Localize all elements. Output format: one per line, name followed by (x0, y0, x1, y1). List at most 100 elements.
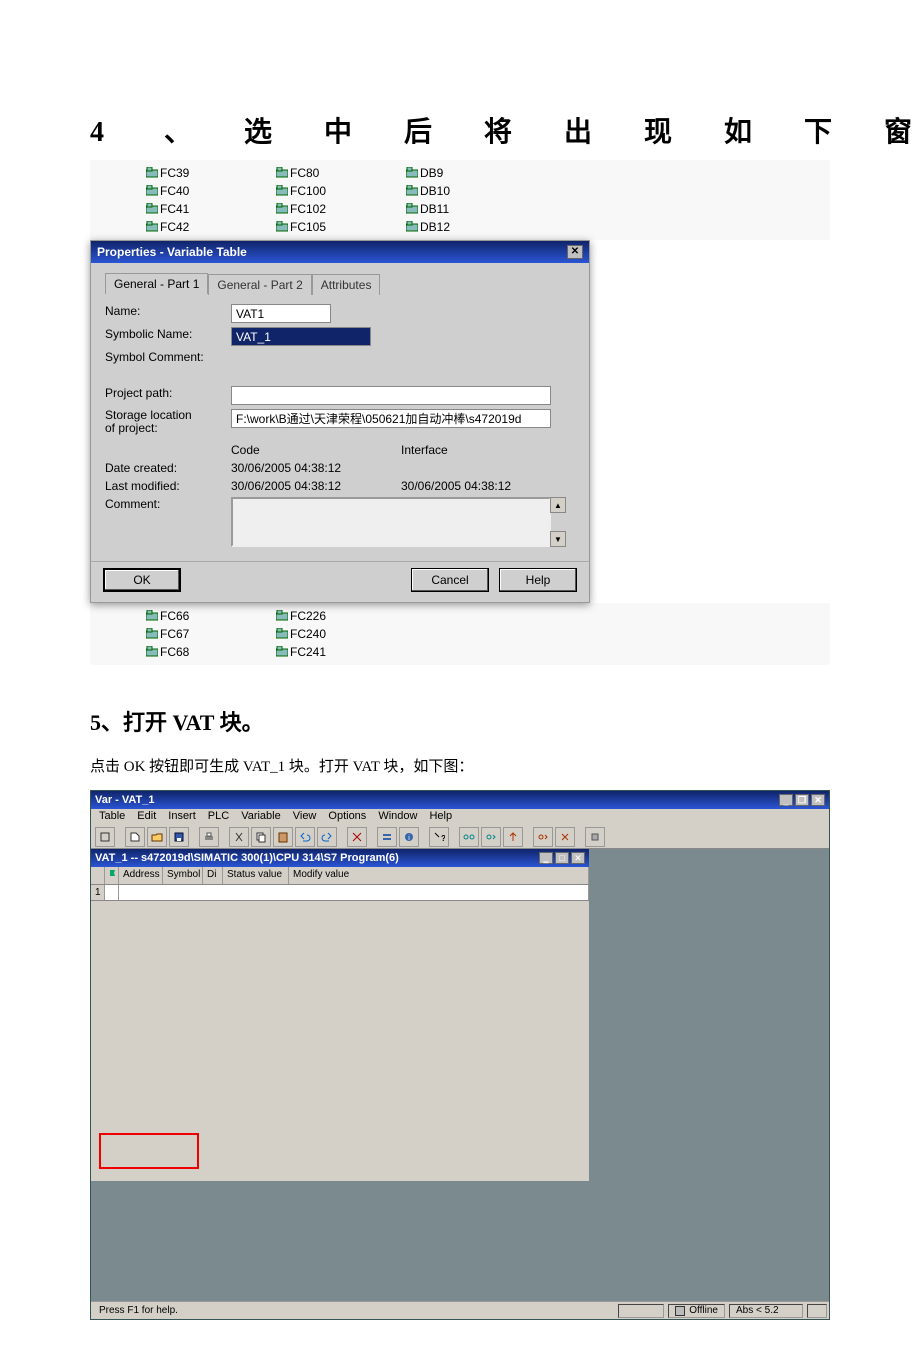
vat-editor-window: Var - VAT_1 ‗ ❐ ✕ Table Edit Insert PLC … (90, 790, 830, 1320)
status-help: Press F1 for help. (93, 1304, 184, 1318)
app-title: Var - VAT_1 (95, 794, 155, 806)
doc-close-icon[interactable]: ✕ (571, 852, 585, 864)
toolbar-trigger-icon[interactable] (533, 827, 553, 847)
toolbar-insert-row-icon[interactable] (377, 827, 397, 847)
menu-edit[interactable]: Edit (133, 810, 160, 824)
table-body[interactable] (91, 901, 589, 1181)
document-title: VAT_1 -- s472019d\SIMATIC 300(1)\CPU 314… (95, 852, 399, 864)
label-storage-location: Storage location of project: (105, 409, 231, 435)
properties-dialog: Properties - Variable Table ✕ General - … (90, 240, 590, 603)
block-list-bottom: FC66 FC226 FC67 FC240 FC68 FC241 (90, 603, 830, 665)
last-modified-interface: 30/06/2005 04:38:12 (401, 479, 511, 493)
app-titlebar[interactable]: Var - VAT_1 ‗ ❐ ✕ (91, 791, 829, 809)
minimize-icon[interactable]: ‗ (779, 794, 793, 806)
block-list-top: FC39 FC80 DB9 FC40 FC100 DB10 FC41 FC102… (90, 160, 830, 240)
menubar: Table Edit Insert PLC Variable View Opti… (91, 809, 829, 825)
cancel-button[interactable]: Cancel (411, 568, 489, 592)
last-modified-code: 30/06/2005 04:38:12 (231, 479, 401, 493)
label-last-modified: Last modified: (105, 479, 231, 493)
menu-help[interactable]: Help (425, 810, 456, 824)
doc-maximize-icon[interactable]: □ (555, 852, 569, 864)
menu-options[interactable]: Options (324, 810, 370, 824)
connection-status-icon (675, 1306, 685, 1316)
toolbar-undo-icon[interactable] (295, 827, 315, 847)
toolbar-new-icon[interactable] (125, 827, 145, 847)
svg-text:?: ? (441, 834, 445, 843)
dialog-titlebar[interactable]: Properties - Variable Table ✕ (91, 241, 589, 263)
label-symbol-comment: Symbol Comment: (105, 350, 231, 364)
document-titlebar[interactable]: VAT_1 -- s472019d\SIMATIC 300(1)\CPU 314… (91, 849, 589, 867)
date-created-code: 30/06/2005 04:38:12 (231, 461, 401, 475)
menu-variable[interactable]: Variable (237, 810, 285, 824)
table-corner (91, 867, 105, 884)
col-status-value[interactable]: Status value (223, 867, 289, 884)
block-icon (146, 167, 158, 179)
col-symbol[interactable]: Symbol (163, 867, 203, 884)
col-address[interactable]: Address (119, 867, 163, 884)
mdi-background-lower (91, 1181, 589, 1301)
help-button[interactable]: Help (499, 568, 577, 592)
col-display[interactable]: Di (203, 867, 223, 884)
col-header-code: Code (231, 443, 401, 457)
toolbar-toggle-icon[interactable] (95, 827, 115, 847)
heading-5: 5、打开 VAT 块。 (90, 705, 830, 737)
status-field-end (807, 1304, 827, 1318)
project-path-field[interactable] (231, 386, 551, 405)
label-project-path: Project path: (105, 386, 231, 400)
cell-row-1[interactable] (119, 885, 589, 900)
toolbar: i ? (91, 825, 829, 849)
tab-general-part-2[interactable]: General - Part 2 (208, 274, 311, 295)
toolbar-help-icon[interactable]: ? (429, 827, 449, 847)
status-field-1 (618, 1304, 664, 1318)
toolbar-redo-icon[interactable] (317, 827, 337, 847)
menu-plc[interactable]: PLC (204, 810, 233, 824)
block-item: FC39 (160, 164, 189, 182)
symbolic-name-field[interactable] (231, 327, 371, 346)
storage-location-field[interactable] (231, 409, 551, 428)
toolbar-force-icon[interactable] (555, 827, 575, 847)
label-symbolic-name: Symbolic Name: (105, 327, 231, 341)
dialog-title: Properties - Variable Table (97, 241, 247, 263)
label-comment: Comment: (105, 497, 231, 511)
body-text-5: 点击 OK 按钮即可生成 VAT_1 块。打开 VAT 块，如下图： (90, 755, 830, 776)
col-flag-icon (105, 867, 119, 884)
toolbar-paste-icon[interactable] (273, 827, 293, 847)
toolbar-info-icon[interactable]: i (399, 827, 419, 847)
maximize-icon[interactable]: ❐ (795, 794, 809, 806)
cell-flag[interactable] (105, 885, 119, 900)
toolbar-delete-icon[interactable] (347, 827, 367, 847)
doc-minimize-icon[interactable]: ‗ (539, 852, 553, 864)
col-header-interface: Interface (401, 443, 448, 457)
close-icon[interactable]: ✕ (567, 245, 583, 259)
toolbar-modify-icon[interactable] (503, 827, 523, 847)
tab-general-part-1[interactable]: General - Part 1 (105, 273, 208, 294)
scroll-down-icon[interactable]: ▼ (550, 531, 566, 547)
toolbar-monitor-icon[interactable] (459, 827, 479, 847)
status-abs: Abs < 5.2 (729, 1304, 803, 1318)
comment-field[interactable] (231, 497, 551, 547)
toolbar-save-icon[interactable] (169, 827, 189, 847)
menu-window[interactable]: Window (374, 810, 421, 824)
toolbar-cut-icon[interactable] (229, 827, 249, 847)
toolbar-copy-icon[interactable] (251, 827, 271, 847)
status-connection: Offline (668, 1304, 725, 1318)
menu-table[interactable]: Table (95, 810, 129, 824)
label-name: Name: (105, 304, 231, 318)
tab-attributes[interactable]: Attributes (312, 274, 381, 295)
toolbar-monitor-once-icon[interactable] (481, 827, 501, 847)
label-date-created: Date created: (105, 461, 231, 475)
status-bar: Press F1 for help. Offline Abs < 5.2 (91, 1301, 829, 1319)
mdi-background (589, 849, 829, 1301)
ok-button[interactable]: OK (103, 568, 181, 592)
toolbar-stop-icon[interactable] (585, 827, 605, 847)
name-field[interactable] (231, 304, 331, 323)
close-icon[interactable]: ✕ (811, 794, 825, 806)
menu-view[interactable]: View (289, 810, 321, 824)
toolbar-print-icon[interactable] (199, 827, 219, 847)
col-modify-value[interactable]: Modify value (289, 867, 589, 884)
document-window: VAT_1 -- s472019d\SIMATIC 300(1)\CPU 314… (91, 849, 589, 1181)
toolbar-open-icon[interactable] (147, 827, 167, 847)
scroll-up-icon[interactable]: ▲ (550, 497, 566, 513)
heading-4: 4、选中后将出现如下窗口 (90, 110, 830, 150)
menu-insert[interactable]: Insert (164, 810, 200, 824)
